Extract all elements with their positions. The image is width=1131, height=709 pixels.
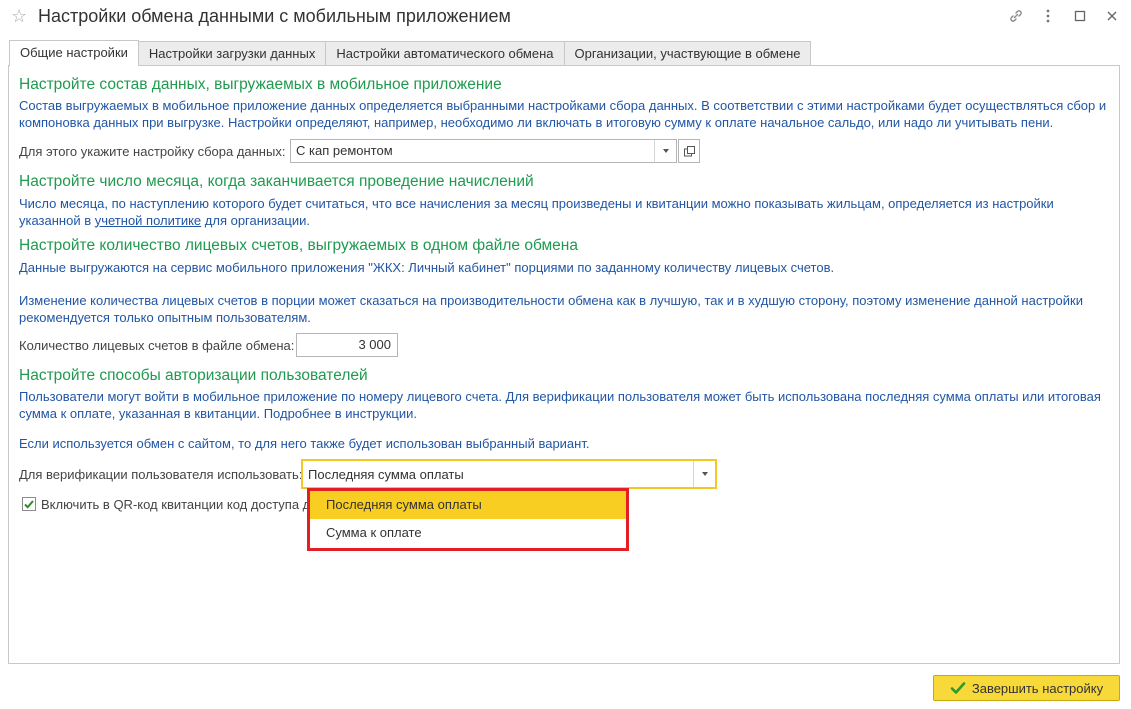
open-icon [683,145,695,156]
qr-code-checkbox-label: Включить в QR-код квитанции код доступа … [41,497,311,512]
qr-code-checkbox[interactable] [22,497,36,511]
section2-line1: Число месяца, по наступлению которого бу… [19,196,1054,211]
checkmark-icon [950,682,966,694]
window-title: Настройки обмена данными с мобильным при… [38,6,511,26]
accounts-count-input[interactable]: 3 000 [296,333,398,357]
section2-heading: Настройте число месяца, когда заканчивае… [19,173,534,190]
finish-setup-button[interactable]: Завершить настройку [933,675,1120,701]
section3-heading: Настройте количество лицевых счетов, выг… [19,237,578,254]
tab-organizations[interactable]: Организации, участвующие в обмене [563,41,812,66]
accounting-policy-link[interactable]: учетной политике [95,213,201,228]
data-collection-value: С кап ремонтом [296,143,393,158]
maximize-icon[interactable] [1071,6,1089,26]
section3-line1: Данные выгружаются на сервис мобильного … [19,260,835,275]
chevron-down-icon[interactable] [654,140,676,162]
more-menu-icon[interactable] [1039,6,1057,26]
tab-general-settings[interactable]: Общие настройки [9,40,139,66]
section1-heading: Настройте состав данных, выгружаемых в м… [19,76,502,93]
section1-line1: Состав выгружаемых в мобильное приложени… [19,98,1107,113]
section1-text: Состав выгружаемых в мобильное приложени… [19,98,1114,131]
finish-setup-label: Завершить настройку [971,680,1104,696]
section4-line3: Если используется обмен с сайтом, то для… [19,436,590,451]
verification-options-list: Последняя сумма оплаты Сумма к оплате [307,488,629,551]
window-controls [1007,6,1121,26]
section3-text: Изменение количества лицевых счетов в по… [19,293,1114,326]
section4-heading: Настройте способы авторизации пользовате… [19,367,368,384]
section2-text: Число месяца, по наступлению которого бу… [19,196,1114,229]
chevron-down-icon[interactable] [693,461,715,487]
section4-text: Пользователи могут войти в мобильное при… [19,389,1114,422]
title-bar: ☆ Настройки обмена данными с мобильным п… [0,0,1131,34]
section4-line1: Пользователи могут войти в мобильное при… [19,389,1101,404]
verification-select[interactable]: Последняя сумма оплаты [301,459,717,489]
option-amount-due[interactable]: Сумма к оплате [310,519,626,547]
verification-label: Для верификации пользователя использоват… [19,467,303,482]
open-form-button[interactable] [678,139,700,163]
tab-auto-exchange-settings[interactable]: Настройки автоматического обмена [325,41,565,66]
section4-line2: сумма к оплате, указанная в квитанции. П… [19,405,417,421]
option-last-payment[interactable]: Последняя сумма оплаты [310,491,626,519]
checkmark-icon [24,500,34,509]
section3-line3: рекомендуется только опытным пользовател… [19,309,311,325]
link-icon[interactable] [1007,6,1025,26]
favorite-star-icon[interactable]: ☆ [11,6,27,27]
section3-line2: Изменение количества лицевых счетов в по… [19,293,1083,308]
settings-panel: Настройте состав данных, выгружаемых в м… [8,65,1120,664]
section2-line2: указанной в учетной политике для организ… [19,212,310,228]
section1-line2: компоновка данных при выгрузке. Настройк… [19,114,1054,130]
data-collection-select[interactable]: С кап ремонтом [290,139,677,163]
accounts-count-label: Количество лицевых счетов в файле обмена… [19,338,295,353]
close-icon[interactable] [1103,6,1121,26]
data-collection-label: Для этого укажите настройку сбора данных… [19,144,286,159]
tab-data-load-settings[interactable]: Настройки загрузки данных [137,41,327,66]
tab-bar: Общие настройки Настройки загрузки данны… [9,40,812,66]
verification-value: Последняя сумма оплаты [308,467,464,482]
